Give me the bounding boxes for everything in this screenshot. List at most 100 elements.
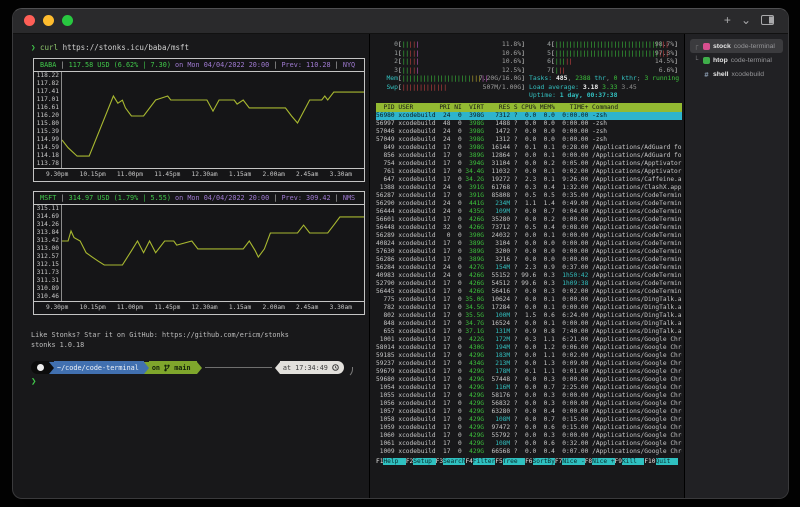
process-row[interactable]: 647 xcodebuild 17 0 34.2G 19272 ? 2.3 0.… xyxy=(376,176,682,184)
process-row[interactable]: 848 xcodebuild 17 0 34.7G 16524 ? 0.0 0.… xyxy=(376,320,682,328)
fkey-button[interactable]: F2Setup xyxy=(406,457,436,466)
process-row[interactable]: 849 xcodebuild 17 0 398G 16144 ? 0.1 0.1… xyxy=(376,144,682,152)
stock-session-icon xyxy=(703,43,710,50)
process-row[interactable]: 1055 xcodebuild 17 0 429G 58176 ? 0.0 0.… xyxy=(376,392,682,400)
x-axis-labels: 9.30pm10.15pm11.00pm11.45pm12.30am1.15am… xyxy=(34,168,364,181)
fkey-button[interactable]: F4Filter xyxy=(465,457,495,466)
powerline-prompt: ~/code/code-terminal on main at 17:34:49 xyxy=(31,361,353,374)
htop-info-line: Uptime: 1 day, 00:37:38 xyxy=(529,91,678,100)
process-row[interactable]: 57630 xcodebuild 17 0 389G 3200 ? 0.0 0.… xyxy=(376,248,682,256)
htop-pane: 0[|||||11.8%]1[|||||10.6%]2[|||||10.6%]3… xyxy=(370,34,684,499)
process-row[interactable]: 1009 xcodebuild 17 0 429G 66568 ? 0.0 0.… xyxy=(376,448,682,456)
cursor-prompt-char[interactable]: ❯ xyxy=(31,377,369,387)
process-row[interactable]: 754 xcodebuild 17 0 394G 31104 ? 0.0 0.2… xyxy=(376,160,682,168)
process-row[interactable]: 59680 xcodebuild 17 0 429G 57448 ? 0.0 0… xyxy=(376,376,682,384)
window-titlebar[interactable]: + ⌄ xyxy=(13,9,788,34)
meter: 5[|||||||||||||||||||||||||||||||||97.3%… xyxy=(529,49,678,58)
fkey-button[interactable]: F1Help xyxy=(376,457,406,466)
close-button[interactable] xyxy=(24,15,35,26)
new-pane-button[interactable]: + xyxy=(724,12,731,28)
meter: 4[|||||||||||||||||||||||||||||||||98.7%… xyxy=(529,40,678,49)
htop-meters: 0[|||||11.8%]1[|||||10.6%]2[|||||10.6%]3… xyxy=(376,40,682,100)
git-segment: on main xyxy=(149,361,197,374)
process-row[interactable]: 59185 xcodebuild 17 0 429G 183M ? 0.0 1.… xyxy=(376,352,682,360)
process-row[interactable]: 58014 xcodebuild 17 0 430G 194M ? 0.0 1.… xyxy=(376,344,682,352)
chart-plot-area xyxy=(62,205,364,301)
process-row[interactable]: 1058 xcodebuild 17 0 429G 108M ? 0.0 0.7… xyxy=(376,416,682,424)
process-row[interactable]: 56289 xcodebuild 0 0 390G 24032 ? 0.0 0.… xyxy=(376,232,682,240)
fkey-button[interactable]: F10Quit xyxy=(644,457,678,466)
process-row[interactable]: 1388 xcodebuild 24 0 391G 61768 ? 0.3 0.… xyxy=(376,184,682,192)
process-row[interactable]: 59679 xcodebuild 17 0 429G 178M ? 0.1 1.… xyxy=(376,368,682,376)
process-row[interactable]: 56290 xcodebuild 24 0 441G 234M ? 1.1 1.… xyxy=(376,200,682,208)
meter: 7[|||6.6%] xyxy=(529,66,678,75)
process-row[interactable]: 802 xcodebuild 17 0 35.5G 100M ? 1.5 0.6… xyxy=(376,312,682,320)
chart-title: MSFT | 314.97 USD (1.79% | 5.55) on Mon … xyxy=(34,192,364,205)
meter: 2[|||||10.6%] xyxy=(376,57,525,66)
process-row[interactable]: 57046 xcodebuild 24 0 398G 1472 ? 0.0 0.… xyxy=(376,128,682,136)
x-axis-labels: 9.30pm10.15pm11.00pm11.45pm12.30am1.15am… xyxy=(34,301,364,314)
fkey-button[interactable]: F5Tree xyxy=(495,457,525,466)
process-row[interactable]: 56287 xcodebuild 17 0 391G 85808 ? 0.5 0… xyxy=(376,192,682,200)
y-axis-labels: 118.22117.82117.41117.01116.61116.20115.… xyxy=(34,72,62,168)
os-logo-icon xyxy=(37,364,44,371)
sidebar-item-stock[interactable]: ┌stockcode-terminal xyxy=(690,39,783,53)
process-row[interactable]: 1056 xcodebuild 17 0 429G 56832 ? 0.0 0.… xyxy=(376,400,682,408)
process-row[interactable]: 59237 xcodebuild 17 0 434G 213M ? 0.0 1.… xyxy=(376,360,682,368)
process-table-header[interactable]: PID USER PRI NI VIRT RES S CPU% MEM% TIM… xyxy=(376,103,682,112)
sidebar-item-shell[interactable]: #shellxcodebuild xyxy=(690,67,783,81)
process-row[interactable]: 57049 xcodebuild 24 0 398G 1312 ? 0.0 0.… xyxy=(376,136,682,144)
process-row[interactable]: 1060 xcodebuild 17 0 429G 55792 ? 0.0 0.… xyxy=(376,432,682,440)
process-row[interactable]: 56286 xcodebuild 17 0 389G 3216 ? 0.0 0.… xyxy=(376,256,682,264)
process-row[interactable]: 56444 xcodebuild 24 0 435G 109M ? 0.0 0.… xyxy=(376,208,682,216)
htop-session-icon xyxy=(703,57,710,64)
process-row[interactable]: 782 xcodebuild 17 0 34.5G 17284 ? 0.0 0.… xyxy=(376,304,682,312)
process-row[interactable]: 1057 xcodebuild 17 0 429G 63280 ? 0.0 0.… xyxy=(376,408,682,416)
zoom-button[interactable] xyxy=(62,15,73,26)
chevron-down-icon[interactable]: ⌄ xyxy=(741,12,751,28)
htop-info-line: Load average: 3.18 3.33 3.45 xyxy=(529,83,678,92)
process-row[interactable]: 775 xcodebuild 17 0 35.0G 10624 ? 0.0 0.… xyxy=(376,296,682,304)
traffic-lights xyxy=(24,15,73,26)
y-axis-labels: 315.11314.69314.26313.84313.42313.00312.… xyxy=(34,205,62,301)
session-sidebar: ┌stockcode-terminal└htopcode-terminal#sh… xyxy=(685,34,788,499)
sidebar-item-htop[interactable]: └htopcode-terminal xyxy=(690,53,783,67)
process-row[interactable]: 56980 xcodebuild 24 0 398G 7312 ? 0.0 0.… xyxy=(376,112,682,120)
os-segment xyxy=(31,361,49,374)
command-name: curl xyxy=(40,43,58,52)
meter: 0[|||||11.8%] xyxy=(376,40,525,49)
process-row[interactable]: 40824 xcodebuild 17 0 389G 3104 ? 0.0 0.… xyxy=(376,240,682,248)
process-row[interactable]: 56445 xcodebuild 17 0 426G 56416 ? 0.0 0… xyxy=(376,288,682,296)
time-segment: at 17:34:49 xyxy=(280,361,344,374)
process-row[interactable]: 1059 xcodebuild 17 0 429G 97472 ? 0.0 0.… xyxy=(376,424,682,432)
meter: 1[|||||10.6%] xyxy=(376,49,525,58)
process-row[interactable]: 1054 xcodebuild 17 0 429G 116M ? 0.0 0.7… xyxy=(376,384,682,392)
process-row[interactable]: 856 xcodebuild 17 0 389G 12864 ? 0.0 0.1… xyxy=(376,152,682,160)
stock-chart: MSFT | 314.97 USD (1.79% | 5.55) on Mon … xyxy=(33,191,365,315)
process-row[interactable]: 56448 xcodebuild 32 0 426G 73712 ? 0.5 0… xyxy=(376,224,682,232)
fkey-button[interactable]: F8Nice + xyxy=(585,457,615,466)
meter: Mem[|||||||||||||||||||||||||7.20G/16.0G… xyxy=(376,74,525,83)
chart-title: BABA | 117.58 USD (6.62% | 7.30) on Mon … xyxy=(34,59,364,72)
toggle-sidebar-icon[interactable] xyxy=(761,15,774,25)
process-row[interactable]: 1061 xcodebuild 17 0 429G 108M ? 0.0 0.6… xyxy=(376,440,682,448)
fkey-button[interactable]: F9Kill xyxy=(615,457,645,466)
process-row[interactable]: 52790 xcodebuild 17 0 426G 54512 ? 99.6 … xyxy=(376,280,682,288)
process-row[interactable]: 655 xcodebuild 17 0 37.1G 131M ? 0.9 0.8… xyxy=(376,328,682,336)
process-row[interactable]: 56284 xcodebuild 24 0 427G 154M ? 2.3 0.… xyxy=(376,264,682,272)
minimize-button[interactable] xyxy=(43,15,54,26)
process-row[interactable]: 1001 xcodebuild 17 0 422G 172M ? 0.3 1.1… xyxy=(376,336,682,344)
shell-command-line: ❯ curl https://stonks.icu/baba/msft xyxy=(31,43,369,52)
fkey-button[interactable]: F6SortBy xyxy=(525,457,555,466)
shell-hash-icon: # xyxy=(703,70,710,79)
fkey-button[interactable]: F3Search xyxy=(436,457,466,466)
window-content: ❯ curl https://stonks.icu/baba/msft BABA… xyxy=(13,34,788,499)
process-row[interactable]: 40983 xcodebuild 24 0 426G 55152 ? 99.6 … xyxy=(376,272,682,280)
github-star-line: Like Stonks? Star it on GitHub: https://… xyxy=(31,331,369,339)
fkey-button[interactable]: F7Nice - xyxy=(555,457,585,466)
meter: Swp[|||||||||||||507M/1.00G] xyxy=(376,83,525,92)
process-row[interactable]: 56601 xcodebuild 17 0 426G 35280 ? 0.0 0… xyxy=(376,216,682,224)
process-row[interactable]: 761 xcodebuild 17 0 34.4G 11032 ? 0.0 0.… xyxy=(376,168,682,176)
process-row[interactable]: 56997 xcodebuild 48 0 398G 1488 ? 0.0 0.… xyxy=(376,120,682,128)
stonks-version: stonks 1.0.18 xyxy=(31,341,369,349)
